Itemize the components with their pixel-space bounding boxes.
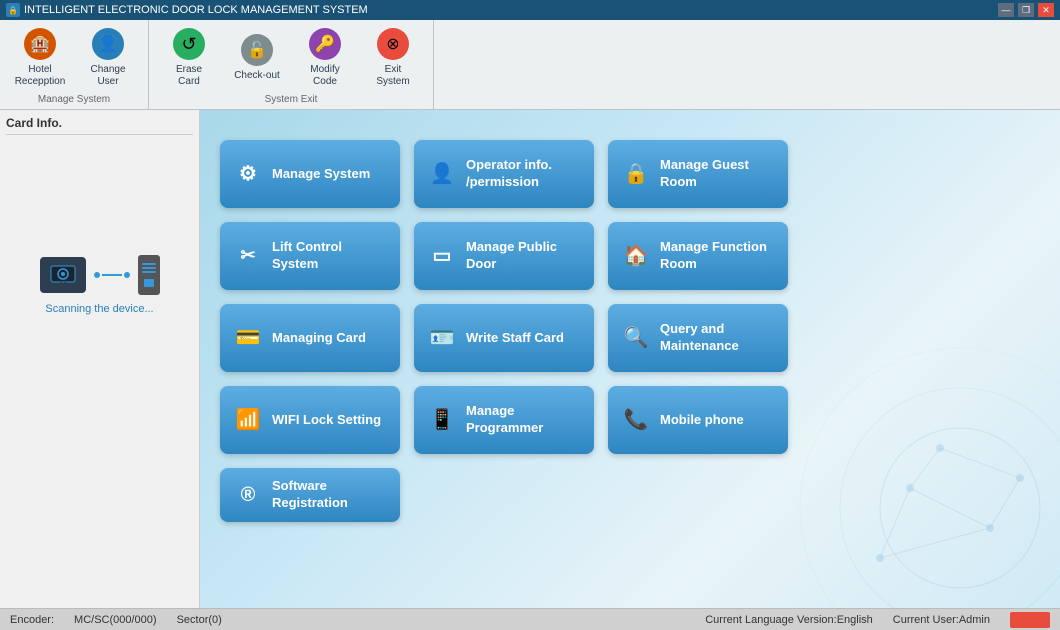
scanning-label: Scanning the device...	[45, 303, 153, 315]
monitor-svg	[49, 264, 77, 286]
hotel-icon: 🏨	[24, 28, 56, 60]
maximize-button[interactable]: ❐	[1018, 3, 1034, 17]
status-bar: Encoder: MC/SC(000/000) Sector(0) Curren…	[0, 608, 1060, 630]
lock-icon: 🔒	[622, 161, 650, 187]
operator-info-button[interactable]: 👤 Operator info. /permission	[414, 140, 594, 208]
title-bar-left: 🔒 INTELLIGENT ELECTRONIC DOOR LOCK MANAG…	[6, 3, 368, 17]
user-icon: 👤	[92, 28, 124, 60]
checkout-icon: 🔓	[241, 34, 273, 66]
check-out-label: Check-out	[234, 70, 280, 82]
operator-info-text: Operator info. /permission	[466, 157, 580, 191]
encoder-value: MC/SC(000/000)	[74, 614, 157, 626]
software-registration-text: Software Registration	[272, 478, 386, 512]
exit-system-button[interactable]: ⊗ ExitSystem	[361, 24, 425, 92]
exit-icon: ⊗	[377, 28, 409, 60]
toolbar: 🏨 HotelRecepption 👤 ChangeUser Manage Sy…	[0, 20, 1060, 110]
exit-section-label: System Exit	[265, 92, 318, 107]
manage-public-door-button[interactable]: ▭ Manage Public Door	[414, 222, 594, 290]
wifi-lock-button[interactable]: 📶 WIFI Lock Setting	[220, 386, 400, 454]
user-label: Current User:Admin	[893, 614, 990, 626]
wifi-lock-text: WIFI Lock Setting	[272, 412, 386, 429]
window-controls[interactable]: — ❐ ✕	[998, 3, 1054, 17]
toolbar-exit-buttons: ↺ EraseCard 🔓 Check-out 🔑 ModifyCode ⊗ E…	[157, 24, 425, 92]
card-info-label: Card Info.	[6, 116, 193, 135]
erase-card-label: EraseCard	[176, 64, 202, 88]
erase-card-button[interactable]: ↺ EraseCard	[157, 24, 221, 92]
managing-card-button[interactable]: 💳 Managing Card	[220, 304, 400, 372]
query-maintenance-text: Query and Maintenance	[660, 321, 774, 355]
app-icon: 🔒	[6, 3, 20, 17]
exit-system-label: ExitSystem	[376, 64, 409, 88]
registration-icon: ®	[234, 482, 262, 508]
toolbar-section-exit: ↺ EraseCard 🔓 Check-out 🔑 ModifyCode ⊗ E…	[149, 20, 434, 109]
left-panel: Card Info.	[0, 110, 200, 608]
sector-value: Sector(0)	[177, 614, 222, 626]
house-icon: 🏠	[622, 243, 650, 269]
manage-programmer-text: Manage Programmer	[466, 403, 580, 437]
status-indicator	[1010, 612, 1050, 628]
write-staff-card-text: Write Staff Card	[466, 330, 580, 347]
app-title: INTELLIGENT ELECTRONIC DOOR LOCK MANAGEM…	[24, 4, 368, 16]
toolbar-manage-buttons: 🏨 HotelRecepption 👤 ChangeUser	[8, 24, 140, 92]
search-icon: 🔍	[622, 325, 650, 351]
main-area: Card Info.	[0, 110, 1060, 608]
managing-card-text: Managing Card	[272, 330, 386, 347]
person-icon: 👤	[428, 161, 456, 187]
close-button[interactable]: ✕	[1038, 3, 1054, 17]
toolbar-section-manage: 🏨 HotelRecepption 👤 ChangeUser Manage Sy…	[0, 20, 149, 109]
door-icon: ▭	[428, 243, 456, 269]
modify-code-button[interactable]: 🔑 ModifyCode	[293, 24, 357, 92]
wifi-icon: 📶	[234, 407, 262, 433]
hotel-reception-button[interactable]: 🏨 HotelRecepption	[8, 24, 72, 92]
encoder-label: Encoder:	[10, 614, 54, 626]
lift-control-text: Lift Control System	[272, 239, 386, 273]
write-staff-card-button[interactable]: 🪪 Write Staff Card	[414, 304, 594, 372]
manage-function-room-text: Manage Function Room	[660, 239, 774, 273]
modify-code-label: ModifyCode	[310, 64, 339, 88]
device-icons	[40, 255, 160, 295]
manage-function-room-button[interactable]: 🏠 Manage Function Room	[608, 222, 788, 290]
minimize-button[interactable]: —	[998, 3, 1014, 17]
device-connector	[94, 272, 130, 278]
wrench-icon: ✂	[234, 244, 262, 267]
title-bar: 🔒 INTELLIGENT ELECTRONIC DOOR LOCK MANAG…	[0, 0, 1060, 20]
mobile-phone-text: Mobile phone	[660, 412, 774, 429]
card-reader-icon	[138, 255, 160, 295]
device-area: Scanning the device...	[6, 255, 193, 315]
manage-system-button[interactable]: ⚙ Manage System	[220, 140, 400, 208]
status-bar-right: Current Language Version:English Current…	[705, 612, 1050, 628]
mobile-phone-button[interactable]: 📞 Mobile phone	[608, 386, 788, 454]
language-label: Current Language Version:English	[705, 614, 873, 626]
hotel-reception-label: HotelRecepption	[15, 64, 66, 88]
lift-control-button[interactable]: ✂ Lift Control System	[220, 222, 400, 290]
manage-guest-room-button[interactable]: 🔒 Manage Guest Room	[608, 140, 788, 208]
change-user-button[interactable]: 👤 ChangeUser	[76, 24, 140, 92]
staff-card-icon: 🪪	[428, 325, 456, 351]
card-icon: 💳	[234, 325, 262, 351]
manage-system-text: Manage System	[272, 166, 386, 183]
erase-icon: ↺	[173, 28, 205, 60]
manage-public-door-text: Manage Public Door	[466, 239, 580, 273]
right-panel: ⚙ Manage System 👤 Operator info. /permis…	[200, 110, 1060, 608]
menu-grid: ⚙ Manage System 👤 Operator info. /permis…	[220, 140, 1040, 522]
manage-guest-room-text: Manage Guest Room	[660, 157, 774, 191]
gear-icon: ⚙	[234, 161, 262, 187]
manage-section-label: Manage System	[38, 92, 110, 107]
modify-icon: 🔑	[309, 28, 341, 60]
manage-programmer-button[interactable]: 📱 Manage Programmer	[414, 386, 594, 454]
computer-icon	[40, 257, 86, 293]
phone-icon: 📞	[622, 407, 650, 433]
query-maintenance-button[interactable]: 🔍 Query and Maintenance	[608, 304, 788, 372]
change-user-label: ChangeUser	[90, 64, 125, 88]
programmer-icon: 📱	[428, 407, 456, 433]
check-out-button[interactable]: 🔓 Check-out	[225, 24, 289, 92]
software-registration-button[interactable]: ® Software Registration	[220, 468, 400, 522]
